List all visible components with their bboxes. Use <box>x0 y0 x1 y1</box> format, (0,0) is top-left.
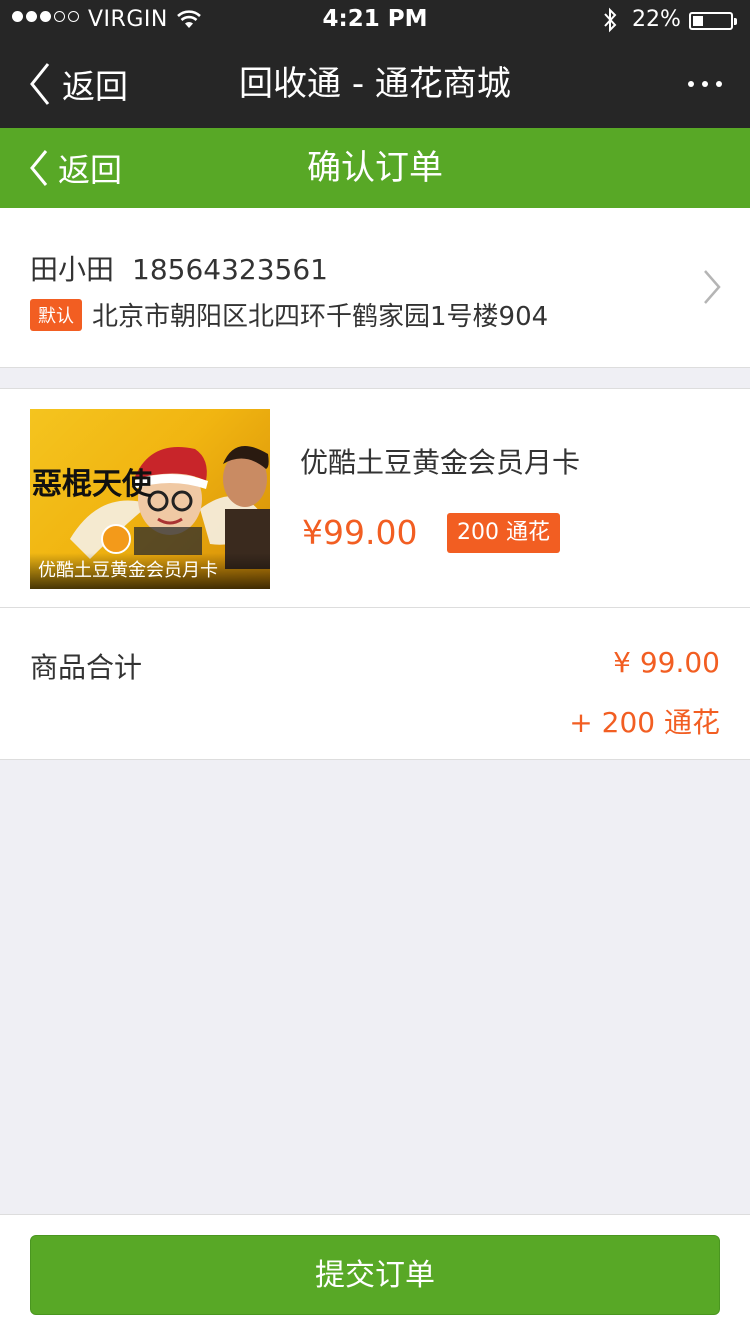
more-icon[interactable] <box>688 40 722 128</box>
thumbnail-caption: 优酷土豆黄金会员月卡 <box>30 553 270 589</box>
summary-label: 商品合计 <box>30 651 143 684</box>
app-title: 回收通 - 通花商城 <box>239 64 511 104</box>
order-summary: 商品合计 ¥ 99.00 + 200 通花 <box>0 608 750 760</box>
recipient: 田小田 18564323561 <box>30 248 328 288</box>
default-badge: 默认 <box>30 298 82 331</box>
chevron-right-icon <box>702 268 722 310</box>
address-detail: 北京市朝阳区北四环千鹤家园1号楼904 <box>92 302 549 332</box>
product-card: 惡棍天使 优酷土豆黄金会员月卡 优酷土豆黄金会员月卡 ¥99.00 200 通花 <box>0 388 750 608</box>
battery-icon <box>689 12 737 30</box>
nav-bar: 返回 确认订单 <box>0 128 750 208</box>
summary-price: ¥ 99.00 <box>613 646 720 679</box>
product-coins-badge: 200 通花 <box>447 513 560 553</box>
recipient-phone: 18564323561 <box>132 253 328 286</box>
battery-percent: 22% <box>632 7 681 32</box>
product-thumbnail: 惡棍天使 优酷土豆黄金会员月卡 <box>30 409 270 589</box>
bluetooth-icon <box>601 7 619 37</box>
summary-coins: + 200 通花 <box>569 706 720 739</box>
svg-text:惡棍天使: 惡棍天使 <box>32 467 153 502</box>
submit-order-button[interactable]: 提交订单 <box>30 1235 720 1315</box>
footer-bar: 提交订单 <box>0 1214 750 1334</box>
product-price: ¥99.00 <box>302 513 418 552</box>
app-header: 返回 回收通 - 通花商城 <box>0 40 750 128</box>
recipient-name: 田小田 <box>30 253 115 286</box>
page-title: 确认订单 <box>307 148 443 188</box>
product-name: 优酷土豆黄金会员月卡 <box>300 446 581 479</box>
status-bar: VIRGIN 4:21 PM 22% <box>0 0 750 40</box>
address-card[interactable]: 田小田 18564323561 默认 北京市朝阳区北四环千鹤家园1号楼904 <box>0 208 750 368</box>
address-detail-row: 默认 北京市朝阳区北四环千鹤家园1号楼904 <box>30 296 548 333</box>
